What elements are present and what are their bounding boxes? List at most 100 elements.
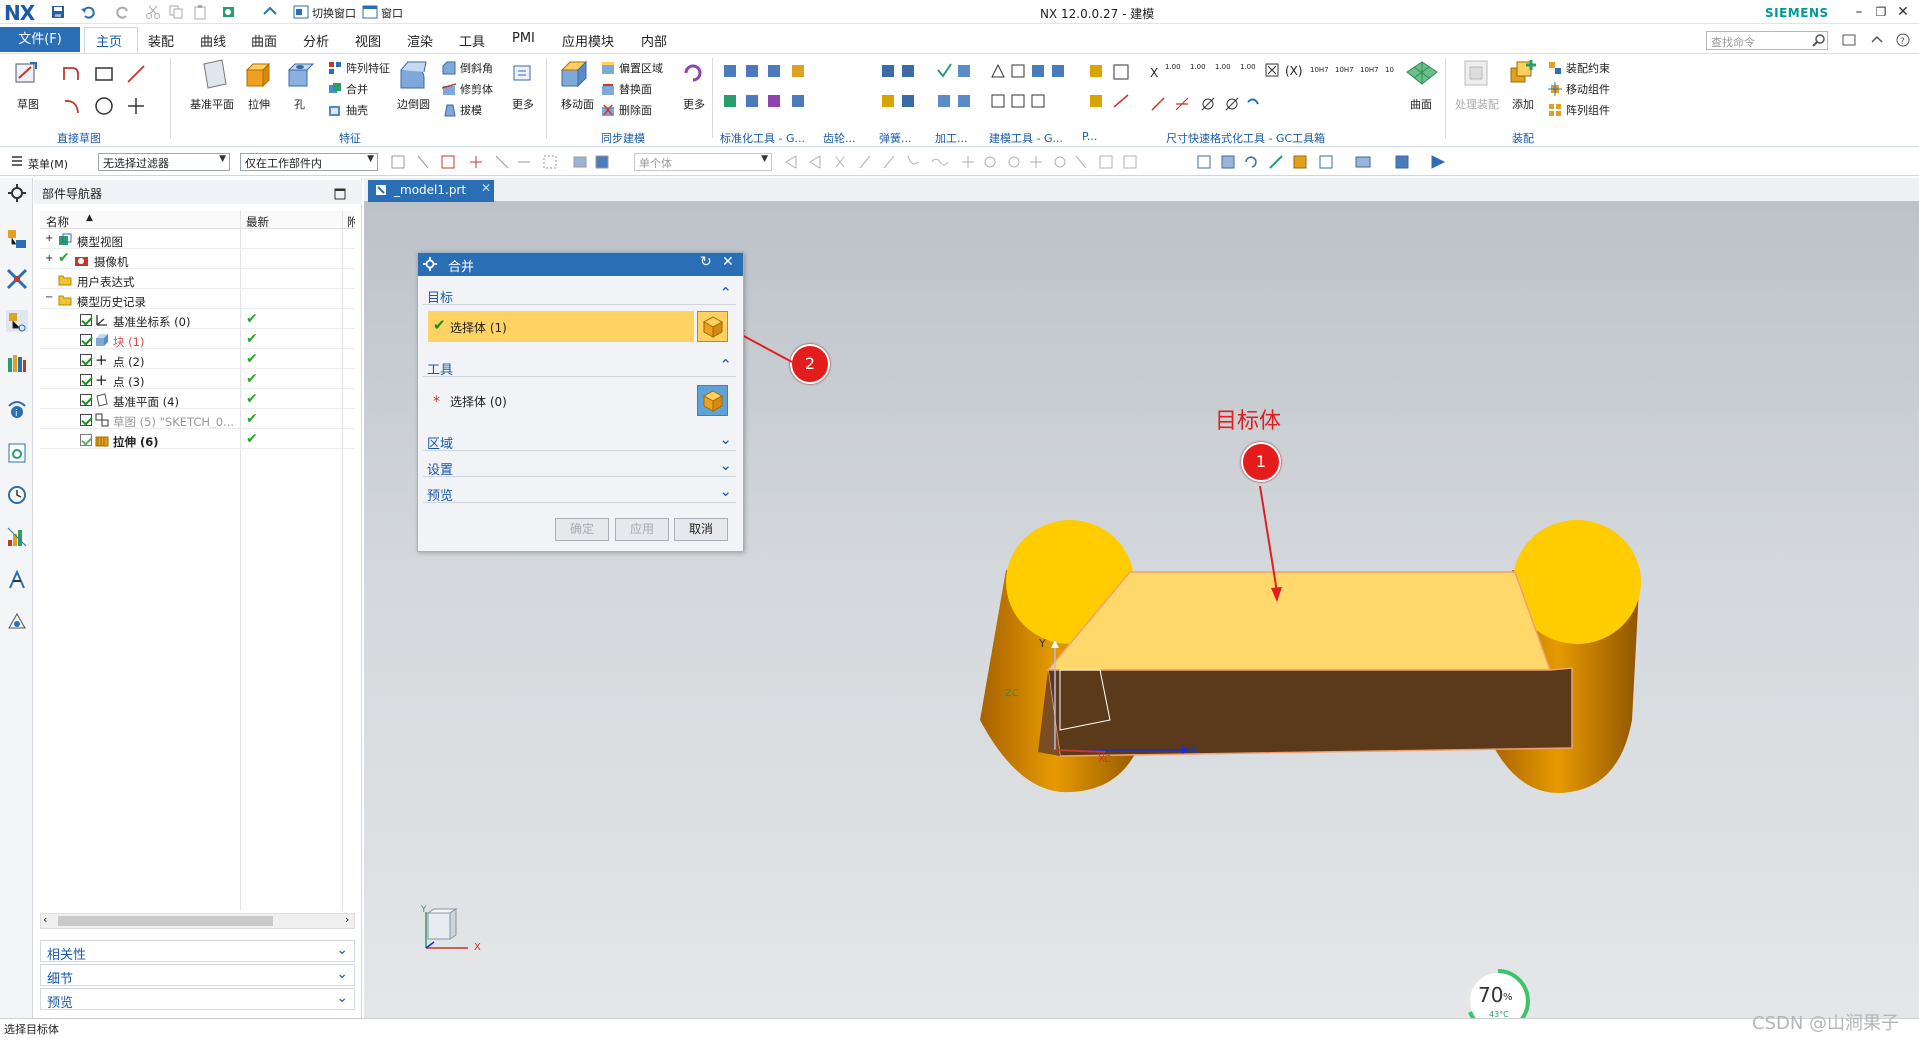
dialog-gear-icon[interactable] bbox=[423, 257, 437, 271]
edge-blend-label[interactable]: 边倒圆 bbox=[397, 96, 430, 112]
close-dialog-icon[interactable]: ✕ bbox=[722, 254, 734, 270]
selection-scope-dropdown[interactable]: 仅在工作部件内 ▼ bbox=[240, 153, 378, 171]
tab-render[interactable]: 渲染 bbox=[407, 31, 433, 50]
extrude-label[interactable]: 拉伸 bbox=[248, 96, 270, 112]
scrollbar-thumb[interactable] bbox=[58, 916, 273, 926]
shell-icon[interactable] bbox=[328, 103, 342, 117]
modeling-tools-icons[interactable] bbox=[990, 62, 1080, 118]
p-tools-icons[interactable] bbox=[1088, 62, 1148, 118]
trim-body-icon[interactable] bbox=[442, 82, 456, 96]
scroll-left-icon[interactable]: ‹ bbox=[43, 913, 47, 926]
circle-icon[interactable] bbox=[94, 96, 114, 116]
dim-format-3[interactable]: 1.00 bbox=[1215, 64, 1231, 71]
settings-gear-icon[interactable] bbox=[6, 182, 28, 204]
standard-tools-icons[interactable] bbox=[722, 62, 822, 118]
more-features-label[interactable]: 更多 bbox=[512, 96, 534, 112]
process-assembly-icon[interactable] bbox=[1462, 58, 1490, 88]
system-scene-icon[interactable] bbox=[6, 610, 28, 632]
tool-section-header[interactable]: 工具 ⌃ bbox=[423, 355, 736, 378]
pattern-component-icon[interactable] bbox=[1548, 103, 1562, 117]
close-button[interactable]: ✕ bbox=[1894, 3, 1912, 21]
expand-toggle[interactable]: + bbox=[45, 233, 53, 244]
copy-icon[interactable] bbox=[168, 4, 184, 20]
unite-icon[interactable] bbox=[328, 82, 342, 96]
visibility-checkbox[interactable] bbox=[80, 334, 92, 346]
tab-assembly[interactable]: 装配 bbox=[148, 31, 174, 50]
spring-tools-icons[interactable] bbox=[880, 62, 920, 118]
resource-bar-icon[interactable] bbox=[1842, 33, 1856, 47]
model-3d-view[interactable] bbox=[960, 520, 1660, 810]
close-tab-icon[interactable]: ✕ bbox=[481, 181, 491, 195]
ok-button[interactable]: 确定 bbox=[555, 518, 609, 541]
menu-icon[interactable] bbox=[10, 154, 24, 168]
draft-label[interactable]: 拔模 bbox=[460, 102, 482, 118]
dim-format-2[interactable]: 1.00 bbox=[1190, 64, 1206, 71]
chamfer-icon[interactable] bbox=[442, 61, 456, 75]
settings-section-header[interactable]: 设置 ⌄ bbox=[423, 455, 736, 478]
snap-tools-icons[interactable] bbox=[390, 153, 620, 171]
tab-curve[interactable]: 曲线 bbox=[200, 31, 226, 50]
preview-panel[interactable]: 预览 ⌄ bbox=[40, 988, 355, 1011]
repeat-command-icon[interactable] bbox=[262, 4, 278, 20]
arc-icon[interactable] bbox=[62, 96, 82, 116]
column-name-header[interactable]: 名称 bbox=[46, 214, 69, 230]
move-component-icon[interactable] bbox=[1548, 82, 1562, 96]
tab-tools[interactable]: 工具 bbox=[459, 31, 485, 50]
draft-icon[interactable] bbox=[442, 103, 456, 117]
rectangle-icon[interactable] bbox=[94, 64, 114, 84]
assembly-constraint-icon[interactable] bbox=[1548, 61, 1562, 75]
visibility-checkbox[interactable] bbox=[80, 354, 92, 366]
replace-face-icon[interactable] bbox=[601, 82, 615, 96]
process-assembly-label[interactable]: 处理装配 bbox=[1455, 96, 1499, 112]
body-type-dropdown[interactable]: 单个体 ▼ bbox=[634, 153, 772, 171]
part-navigator-icon[interactable] bbox=[6, 310, 28, 332]
replace-face-label[interactable]: 替换面 bbox=[619, 81, 652, 97]
restore-button[interactable]: ❐ bbox=[1872, 3, 1890, 21]
machining-tools-icons[interactable] bbox=[936, 62, 976, 118]
offset-region-icon[interactable] bbox=[601, 61, 615, 75]
snap-point-icons[interactable] bbox=[784, 153, 1184, 171]
trim-body-label[interactable]: 修剪体 bbox=[460, 81, 493, 97]
tab-analysis[interactable]: 分析 bbox=[303, 31, 329, 50]
save-icon[interactable] bbox=[50, 4, 66, 20]
apply-button[interactable]: 应用 bbox=[615, 518, 669, 541]
visibility-checkbox[interactable] bbox=[80, 394, 92, 406]
more-sync-label[interactable]: 更多 bbox=[683, 96, 705, 112]
visibility-checkbox[interactable] bbox=[80, 414, 92, 426]
redo-icon[interactable] bbox=[115, 4, 131, 20]
cut-icon[interactable] bbox=[145, 4, 161, 20]
constraint-navigator-icon[interactable] bbox=[6, 268, 28, 290]
selection-filter-dropdown[interactable]: 无选择过滤器 ▼ bbox=[98, 153, 230, 171]
dim-x-icon[interactable]: X bbox=[1150, 66, 1158, 80]
column-latest-header[interactable]: 最新 bbox=[246, 214, 269, 230]
switch-window-icon[interactable] bbox=[293, 4, 309, 20]
dim-format-7[interactable]: 10H7 bbox=[1360, 66, 1379, 74]
extrude-icon[interactable] bbox=[243, 60, 273, 90]
target-body-top-face[interactable] bbox=[1046, 571, 1552, 671]
assembly-constraint-label[interactable]: 装配约束 bbox=[1566, 60, 1610, 76]
minimize-button[interactable]: – bbox=[1850, 3, 1868, 21]
add-label[interactable]: 添加 bbox=[1512, 96, 1534, 112]
point-icon[interactable] bbox=[126, 96, 146, 116]
sketch-icon[interactable] bbox=[14, 60, 40, 86]
switch-window-label[interactable]: 切换窗口 bbox=[312, 5, 356, 21]
visibility-checkbox[interactable] bbox=[80, 374, 92, 386]
surface-icon[interactable] bbox=[1405, 58, 1439, 88]
cancel-button[interactable]: 取消 bbox=[674, 518, 728, 541]
chamfer-label[interactable]: 倒斜角 bbox=[460, 60, 493, 76]
tab-view[interactable]: 视图 bbox=[355, 31, 381, 50]
maximize-panel-icon[interactable] bbox=[334, 188, 346, 200]
profile-icon[interactable] bbox=[62, 64, 82, 84]
pattern-feature-label[interactable]: 阵列特征 bbox=[346, 60, 390, 76]
reset-dialog-icon[interactable]: ↻ bbox=[700, 254, 712, 270]
target-body-front-face[interactable] bbox=[1047, 667, 1573, 757]
hole-icon[interactable] bbox=[285, 60, 315, 90]
window-icon[interactable] bbox=[362, 4, 378, 20]
surface-label[interactable]: 曲面 bbox=[1410, 96, 1432, 112]
more-features-icon[interactable] bbox=[509, 60, 535, 86]
datum-plane-label[interactable]: 基准平面 bbox=[190, 96, 234, 112]
reuse-library-icon[interactable] bbox=[6, 352, 28, 374]
tab-home[interactable]: 主页 bbox=[96, 31, 122, 50]
process-studio-icon[interactable] bbox=[6, 526, 28, 548]
add-component-icon[interactable] bbox=[1508, 58, 1538, 88]
